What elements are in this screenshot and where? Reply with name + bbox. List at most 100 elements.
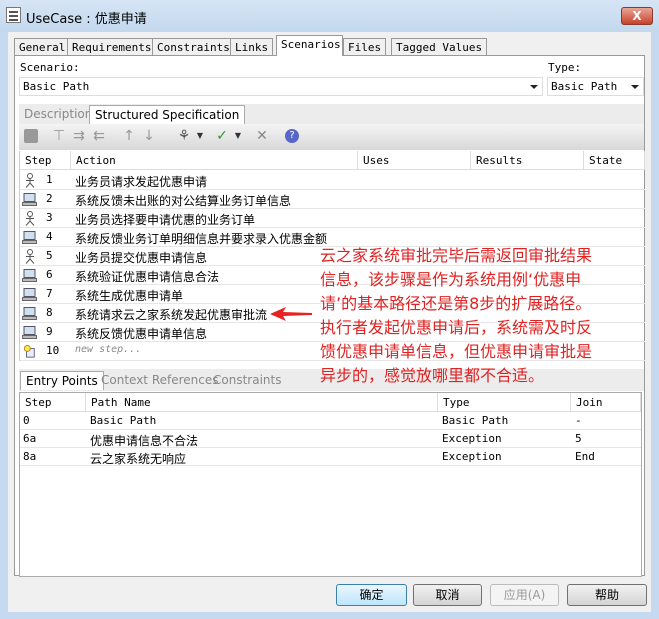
- indent-icon[interactable]: ⇉: [72, 129, 86, 143]
- validate-check-icon[interactable]: ✓: [215, 129, 229, 143]
- entry-step: 6a: [23, 432, 37, 445]
- window-title: UseCase : 优惠申请: [26, 12, 147, 27]
- type-value: Basic Path: [551, 80, 618, 93]
- step-number: 8: [46, 306, 53, 319]
- entry-point-row[interactable]: 0 Basic Path Basic Path -: [20, 412, 641, 430]
- apply-button[interactable]: 应用(A): [490, 584, 559, 606]
- chevron-down-icon: [530, 85, 538, 89]
- step-number: 2: [46, 192, 53, 205]
- col-state[interactable]: State: [584, 151, 645, 170]
- system-computer-icon: [22, 288, 37, 301]
- system-computer-icon: [22, 307, 37, 320]
- tab-tagged-values[interactable]: Tagged Values: [391, 38, 488, 55]
- move-up-icon[interactable]: ↑: [122, 129, 136, 143]
- step-action: 系统请求云之家系统发起优惠审批流: [75, 308, 268, 322]
- entry-point-row[interactable]: 6a 优惠申请信息不合法 Exception 5: [20, 430, 641, 448]
- type-select[interactable]: Basic Path: [547, 77, 644, 96]
- entry-join: End: [575, 450, 595, 463]
- entry-type: Exception: [442, 450, 502, 463]
- scenario-select[interactable]: Basic Path: [19, 77, 543, 96]
- help-icon[interactable]: ?: [285, 129, 299, 143]
- step-number: 7: [46, 287, 53, 300]
- actor-icon: [25, 249, 35, 264]
- step-action: 系统反馈优惠申请单信息: [75, 327, 208, 341]
- entry-step: 8a: [23, 450, 37, 463]
- step-number: 9: [46, 325, 53, 338]
- tab-scenarios[interactable]: Scenarios: [276, 35, 343, 56]
- type-label: Type:: [548, 61, 582, 74]
- step-action: 系统生成优惠申请单: [75, 289, 184, 303]
- step-number: 4: [46, 230, 53, 243]
- col-step[interactable]: Step: [20, 393, 86, 412]
- save-icon[interactable]: [24, 129, 38, 143]
- chevron-down-icon: [631, 85, 639, 89]
- step-row[interactable]: 3 业务员选择要申请优惠的业务订单: [20, 209, 645, 228]
- actor-icon: [25, 211, 35, 226]
- step-action: 系统反馈业务订单明细信息并要求录入优惠金额: [75, 232, 328, 246]
- move-down-icon[interactable]: ↓: [142, 129, 156, 143]
- system-computer-icon: [22, 326, 37, 339]
- col-type[interactable]: Type: [438, 393, 571, 412]
- step-number: 1: [46, 173, 53, 186]
- chevron-down-icon[interactable]: ▼: [231, 129, 245, 143]
- annotation-note: 云之家系统审批完毕后需返回审批结果 信息，该步骤是作为系统用例‘优惠申 请’的基…: [320, 246, 593, 385]
- scenario-label: Scenario:: [20, 61, 80, 74]
- col-uses[interactable]: Uses: [358, 151, 471, 170]
- entry-join: 5: [575, 432, 582, 445]
- system-computer-icon: [22, 269, 37, 282]
- step-action: 业务员选择要申请优惠的业务订单: [75, 213, 256, 227]
- scenario-value: Basic Path: [23, 80, 90, 93]
- entry-path-name: Basic Path: [90, 414, 157, 427]
- entry-path-name: 云之家系统无响应: [90, 452, 187, 466]
- system-computer-icon: [22, 231, 37, 244]
- tab-links[interactable]: Links: [230, 38, 274, 55]
- toolbar: ⊤ ⇉ ⇇ ↑ ↓ ⚘ ▼ ✓ ▼ ✕ ?: [19, 124, 644, 150]
- tab-structured-specification[interactable]: Structured Specification: [89, 105, 246, 124]
- tab-context-references[interactable]: Context References: [96, 371, 224, 390]
- step-action: 业务员提交优惠申请信息: [75, 251, 208, 265]
- chevron-down-icon[interactable]: ▼: [193, 129, 207, 143]
- entry-step: 0: [23, 414, 30, 427]
- ok-button[interactable]: 确定: [336, 584, 407, 606]
- entry-point-row[interactable]: 8a 云之家系统无响应 Exception End: [20, 448, 641, 466]
- tab-description[interactable]: Description: [19, 105, 97, 124]
- delete-icon[interactable]: ✕: [255, 129, 269, 143]
- generate-diagram-icon[interactable]: ⚘: [177, 129, 191, 143]
- outdent-icon[interactable]: ⇇: [92, 129, 106, 143]
- close-button[interactable]: X: [621, 7, 653, 25]
- entry-type: Exception: [442, 432, 502, 445]
- tab-entry-points[interactable]: Entry Points: [20, 371, 104, 390]
- cancel-button[interactable]: 取消: [413, 584, 482, 606]
- tab-constraints[interactable]: Constraints: [152, 38, 235, 55]
- col-path-name[interactable]: Path Name: [86, 393, 438, 412]
- tab-general[interactable]: General: [14, 38, 71, 55]
- col-step[interactable]: Step: [20, 151, 71, 170]
- tab-requirements[interactable]: Requirements: [67, 38, 157, 55]
- annotation-arrow-icon: [270, 307, 312, 321]
- tab-constraints-bottom[interactable]: Constraints: [208, 371, 286, 390]
- system-computer-icon: [22, 193, 37, 206]
- step-action: new step...: [75, 344, 142, 355]
- entry-type: Basic Path: [442, 414, 509, 427]
- step-number: 6: [46, 268, 53, 281]
- entry-points-table: Step Path Name Type Join 0 Basic Path Basi…: [19, 392, 642, 577]
- step-action: 系统反馈未出账的对公结算业务订单信息: [75, 194, 292, 208]
- col-results[interactable]: Results: [471, 151, 584, 170]
- step-row[interactable]: 2 系统反馈未出账的对公结算业务订单信息: [20, 190, 645, 209]
- help-button[interactable]: 帮助: [567, 584, 647, 606]
- step-number: 5: [46, 249, 53, 262]
- new-step-icon: [23, 345, 35, 358]
- tab-files[interactable]: Files: [343, 38, 387, 55]
- entry-join: -: [575, 414, 582, 427]
- col-join[interactable]: Join: [571, 393, 641, 412]
- step-action: 业务员请求发起优惠申请: [75, 175, 208, 189]
- col-action[interactable]: Action: [71, 151, 358, 170]
- step-number: 10: [46, 344, 60, 357]
- step-action: 系统验证优惠申请信息合法: [75, 270, 220, 284]
- step-row[interactable]: 1 业务员请求发起优惠申请: [20, 171, 645, 190]
- usecase-app-icon: [6, 7, 21, 23]
- entry-path-name: 优惠申请信息不合法: [90, 434, 199, 448]
- step-number: 3: [46, 211, 53, 224]
- insert-step-icon[interactable]: ⊤: [52, 129, 66, 143]
- actor-icon: [25, 173, 35, 188]
